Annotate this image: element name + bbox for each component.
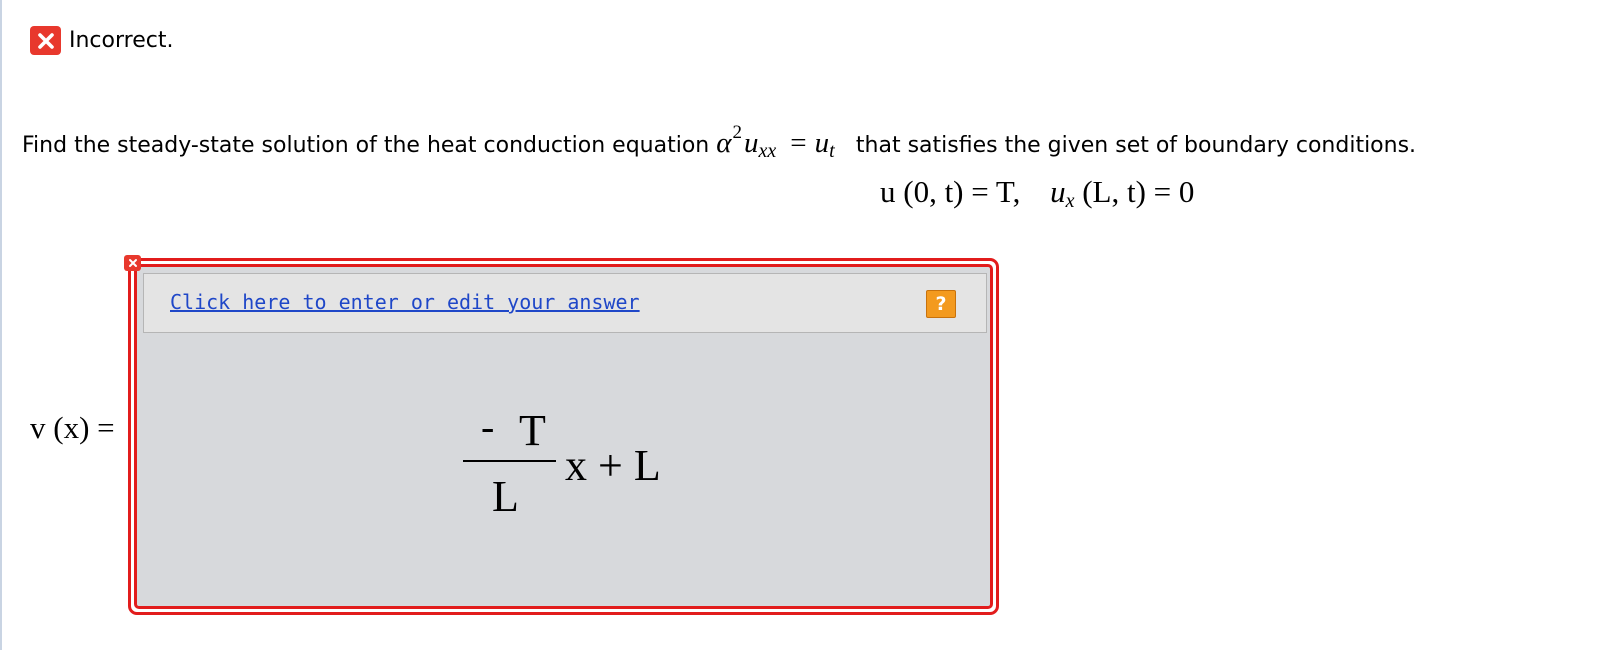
answer-rest: x + L	[565, 441, 661, 490]
fraction-bar	[463, 460, 556, 462]
status-indicator: Incorrect.	[30, 26, 173, 55]
answer-expression[interactable]: - T L x + L	[463, 404, 713, 525]
close-icon[interactable]	[124, 255, 141, 271]
answer-label: v (x) =	[30, 410, 115, 445]
answer-numerator: T	[519, 406, 546, 455]
answer-minus: -	[481, 404, 495, 449]
answer-denominator: L	[492, 472, 519, 521]
help-icon[interactable]: ?	[926, 290, 956, 318]
left-border	[0, 0, 2, 650]
status-text: Incorrect.	[69, 28, 174, 53]
question-outro: that satisfies the given set of boundary…	[855, 133, 1417, 158]
close-icon	[30, 26, 61, 55]
boundary-conditions: u (0, t) = T, ux (L, t) = 0	[880, 174, 1194, 213]
question-text: Find the steady-state solution of the he…	[22, 113, 1416, 171]
question-intro: Find the steady-state solution of the he…	[22, 133, 710, 158]
edit-answer-link[interactable]: Click here to enter or edit your answer	[170, 290, 640, 314]
heat-equation: α2uxx = ut	[716, 122, 835, 162]
boundary-condition-2: ux (L, t) = 0	[1050, 174, 1195, 212]
boundary-condition-1: u (0, t) = T,	[880, 174, 1021, 209]
answer-box-header: Click here to enter or edit your answer …	[143, 273, 987, 333]
